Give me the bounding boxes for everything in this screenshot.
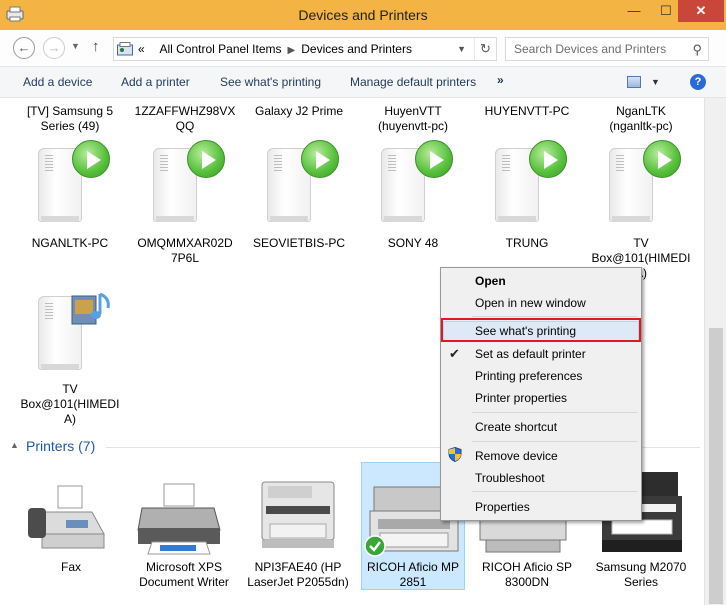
fax-icon <box>28 485 105 549</box>
back-button[interactable]: ← <box>13 37 35 59</box>
device-label[interactable]: 1ZZAFFWHZ98VX QQ <box>130 104 240 134</box>
device-label[interactable]: [TV] Samsung 5 Series (49) <box>15 104 125 134</box>
play-icon <box>643 140 681 178</box>
menu-item-troubleshoot[interactable]: Troubleshoot <box>475 471 545 485</box>
device-label: SONY 48 <box>387 236 439 250</box>
navigation-bar: ← → ▼ ↑ « All Control Panel Items ▶ Device… <box>0 30 726 66</box>
forward-button[interactable]: → <box>43 37 65 59</box>
play-icon <box>72 140 110 178</box>
menu-separator <box>472 441 638 442</box>
close-button[interactable]: ✕ <box>678 0 724 22</box>
address-dropdown-icon[interactable]: ▼ <box>457 44 466 54</box>
device-label: NGANLTK-PC <box>31 236 109 250</box>
device-label: TRUNG <box>505 236 549 250</box>
title-bar: Devices and Printers — ☐ ✕ <box>0 0 726 30</box>
collapse-chevron-icon[interactable]: ▲ <box>10 440 19 450</box>
view-dropdown-icon[interactable]: ▼ <box>651 77 660 87</box>
menu-separator <box>472 316 638 317</box>
context-menu: Open Open in new window See what's print… <box>440 267 642 521</box>
menu-item-remove-device[interactable]: Remove device <box>475 449 558 463</box>
add-printer-button[interactable]: Add a printer <box>121 75 190 89</box>
device-label[interactable]: HuyenVTT (huyenvtt-pc) <box>358 104 468 134</box>
see-whats-printing-button[interactable]: See what's printing <box>220 75 321 89</box>
scrollbar-thumb[interactable] <box>709 328 723 604</box>
menu-separator <box>472 412 638 413</box>
play-icon <box>301 140 339 178</box>
media-device-icon <box>145 140 225 226</box>
play-icon <box>529 140 567 178</box>
annotation-highlight-box <box>441 318 641 342</box>
media-note-icon <box>71 292 110 325</box>
up-button[interactable]: ↑ <box>92 38 100 55</box>
printer-label: NPI3FAE40 (HP LaserJet P2055dn) <box>247 560 349 589</box>
device-label: TV Box@101(HIMEDI A) <box>20 382 120 426</box>
control-panel-icon <box>117 42 133 56</box>
help-button[interactable]: ? <box>690 74 706 90</box>
search-icon[interactable]: ⚲ <box>692 42 702 58</box>
change-view-icon[interactable] <box>627 76 641 88</box>
checkmark-icon: ✔ <box>449 346 460 361</box>
menu-item-open-new-window[interactable]: Open in new window <box>475 296 586 310</box>
laser-printer-icon <box>261 481 335 548</box>
breadcrumb-devices-printers[interactable]: Devices and Printers <box>301 42 412 56</box>
default-printer-check-icon <box>364 535 386 557</box>
media-device-icon <box>373 140 453 226</box>
xps-printer-icon <box>137 483 221 555</box>
breadcrumb-control-panel[interactable]: All Control Panel Items <box>159 42 281 56</box>
device-label: SEOVIETBIS-PC <box>252 236 346 250</box>
printers-section-title: Printers (7) <box>26 438 96 454</box>
breadcrumb-overflow[interactable]: « <box>138 42 145 56</box>
add-device-button[interactable]: Add a device <box>23 75 92 89</box>
menu-item-printing-preferences[interactable]: Printing preferences <box>475 369 582 383</box>
menu-item-printer-properties[interactable]: Printer properties <box>475 391 567 405</box>
manage-default-printers-button[interactable]: Manage default printers <box>350 75 476 89</box>
menu-item-properties[interactable]: Properties <box>475 500 530 514</box>
refresh-button[interactable]: ↻ <box>474 38 496 60</box>
printer-label: RICOH Aficio MP 2851 <box>366 560 459 589</box>
media-device-icon <box>601 140 681 226</box>
printer-label: Microsoft XPS Document Writer <box>139 560 229 589</box>
menu-item-set-default[interactable]: Set as default printer <box>475 347 586 361</box>
media-device-icon <box>487 140 567 226</box>
menu-item-open[interactable]: Open <box>475 274 506 288</box>
more-commands-button[interactable]: » <box>497 73 504 87</box>
menu-separator <box>472 491 638 492</box>
search-box[interactable]: ⚲ <box>505 37 709 61</box>
breadcrumb-separator-icon[interactable]: ▶ <box>288 45 296 56</box>
vertical-scrollbar[interactable] <box>704 98 726 605</box>
play-icon <box>187 140 225 178</box>
media-device-icon <box>259 140 339 226</box>
address-bar[interactable]: « All Control Panel Items ▶ Devices and Pr… <box>113 37 497 61</box>
play-icon <box>415 140 453 178</box>
device-label: OMQMMXAR02D 7P6L <box>137 236 233 265</box>
device-label[interactable]: NganLTK (nganltk-pc) <box>586 104 696 134</box>
media-device-icon <box>30 140 110 226</box>
device-label[interactable]: HUYENVTT-PC <box>472 104 582 119</box>
menu-item-create-shortcut[interactable]: Create shortcut <box>475 420 557 434</box>
command-bar: Add a device Add a printer See what's pr… <box>0 66 726 98</box>
device-label[interactable]: Galaxy J2 Prime <box>244 104 354 119</box>
uac-shield-icon <box>448 447 462 462</box>
minimize-button[interactable]: — <box>618 0 650 22</box>
printer-label: RICOH Aficio SP 8300DN <box>481 560 573 589</box>
recent-locations-chevron-icon[interactable]: ▼ <box>71 41 80 51</box>
search-input[interactable] <box>506 38 686 60</box>
media-device-icon <box>30 288 110 374</box>
printer-label: Samsung M2070 Series <box>595 560 687 589</box>
breadcrumb: « All Control Panel Items ▶ Devices and Pr… <box>138 42 412 56</box>
printer-label: Fax <box>60 560 81 574</box>
